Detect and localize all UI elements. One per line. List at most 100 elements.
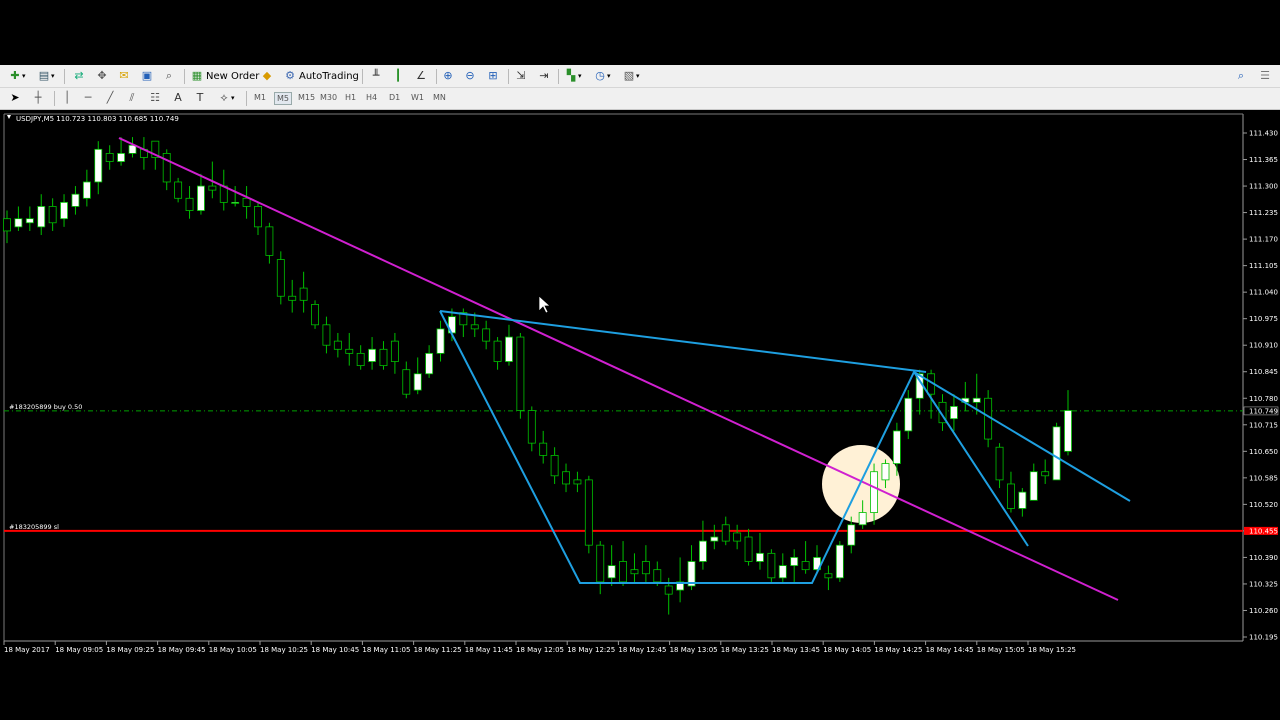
chart-shift-icon: ⇥ xyxy=(539,69,549,82)
bear-candle xyxy=(390,340,399,362)
cursor-tool[interactable]: ➤ xyxy=(8,90,22,106)
bull-candle xyxy=(858,512,867,526)
crosshair-tool[interactable]: ┼ xyxy=(31,90,45,106)
text-tool[interactable]: A xyxy=(171,90,185,106)
bull-candle xyxy=(14,218,23,228)
bear-candle xyxy=(356,352,365,367)
fibonacci-icon: ☷ xyxy=(150,91,160,104)
price-tick-label: 110.910 xyxy=(1249,342,1278,350)
terminal-button[interactable]: ▣ xyxy=(140,68,154,84)
tester-icon: ⌕ xyxy=(165,69,173,82)
bull-candle xyxy=(197,185,205,211)
price-tick-label: 110.845 xyxy=(1249,368,1278,376)
editor-icon: ◆ xyxy=(262,69,272,82)
time-tick-label: 18 May 11:05 xyxy=(362,646,410,654)
autotrading-button[interactable]: ⚙ AutoTrading xyxy=(283,68,359,84)
zoom-out-icon: ⊖ xyxy=(465,69,475,82)
new-chart-button[interactable]: ✚ ▾ xyxy=(8,68,25,84)
bear-candle xyxy=(379,348,388,367)
bear-candle xyxy=(311,304,319,326)
bear-candle xyxy=(721,524,730,542)
timeframe-m15[interactable]: M15 xyxy=(296,92,317,103)
bar-chart-icon: ╨ xyxy=(372,69,380,82)
text-icon: A xyxy=(174,91,182,104)
time-tick-label: 18 May 13:45 xyxy=(772,646,820,654)
bear-candle xyxy=(208,185,217,191)
horizontal-line-tool[interactable]: ─ xyxy=(81,90,95,106)
navigator-button[interactable]: ✥ xyxy=(95,68,109,84)
price-tick-label: 110.260 xyxy=(1249,607,1278,615)
navigator-icon: ✥ xyxy=(97,69,107,82)
price-chart[interactable]: 111.430 111.365 111.300 111.235 111.170 111.1… xyxy=(0,110,1280,658)
price-tick-label: 111.235 xyxy=(1249,209,1278,217)
zoom-in-icon: ⊕ xyxy=(443,69,453,82)
timeframe-mn[interactable]: MN xyxy=(431,92,448,103)
chart-shift-button[interactable]: ⇥ xyxy=(537,68,551,84)
candlestick-button[interactable]: ┃ xyxy=(391,68,405,84)
channel-icon: ⫽ xyxy=(129,91,135,104)
strategy-tester-button[interactable]: ⌕ xyxy=(162,68,176,84)
bear-candle xyxy=(333,340,342,350)
timeframe-h1[interactable]: H1 xyxy=(343,92,358,103)
new-order-button[interactable]: ▦ New Order xyxy=(190,68,260,84)
vertical-line-tool[interactable]: │ xyxy=(60,90,74,106)
price-tick-label: 110.195 xyxy=(1249,634,1278,642)
bear-candle xyxy=(824,573,833,579)
top-black-bar xyxy=(0,0,1280,65)
bull-candle xyxy=(790,557,799,566)
time-tick-label: 18 May 10:25 xyxy=(260,646,308,654)
shapes-tool[interactable]: ⟡ ▾ xyxy=(217,90,234,106)
bull-candle xyxy=(1052,426,1061,481)
line-chart-button[interactable]: ∠ xyxy=(414,68,428,84)
toolbar-divider xyxy=(558,69,559,84)
profiles-button[interactable]: ▤ ▾ xyxy=(37,68,55,84)
time-tick-label: 18 May 12:25 xyxy=(567,646,615,654)
sl-price-label: 110.455 xyxy=(1249,527,1278,535)
bottom-black-bar xyxy=(0,658,1280,720)
indicators-button[interactable]: ▚ ▾ xyxy=(564,68,582,84)
timeframe-m30[interactable]: M30 xyxy=(318,92,339,103)
timeframe-m1[interactable]: M1 xyxy=(252,92,268,103)
market-watch-button[interactable]: ⇄ xyxy=(72,68,86,84)
trendline-tool[interactable]: ╱ xyxy=(103,90,117,106)
zoom-in-button[interactable]: ⊕ xyxy=(441,68,455,84)
new-order-label: New Order xyxy=(206,70,260,82)
templates-button[interactable]: ▧ ▾ xyxy=(622,68,640,84)
timeframe-d1[interactable]: D1 xyxy=(387,92,402,103)
bear-candle xyxy=(470,324,479,330)
toolbar-divider xyxy=(362,69,363,84)
toolbar-divider xyxy=(508,69,509,84)
fibonacci-tool[interactable]: ☷ xyxy=(148,90,162,106)
bear-candle xyxy=(265,226,274,256)
periods-button[interactable]: ◷ ▾ xyxy=(593,68,610,84)
bull-candle xyxy=(231,201,240,204)
search-button[interactable]: ⌕ xyxy=(1234,68,1248,84)
label-tool[interactable]: T xyxy=(193,90,207,106)
bear-candle xyxy=(1041,471,1050,477)
channel-tool[interactable]: ⫽ xyxy=(125,90,139,106)
price-tick-label: 110.325 xyxy=(1249,580,1278,588)
timeframe-w1[interactable]: W1 xyxy=(409,92,426,103)
price-tick-label: 110.975 xyxy=(1249,315,1278,323)
bar-chart-button[interactable]: ╨ xyxy=(369,68,383,84)
bear-candle xyxy=(3,218,11,232)
toolbar-divider xyxy=(436,69,437,84)
meta-editor-button[interactable]: ◆ xyxy=(260,68,274,84)
data-window-button[interactable]: ✉ xyxy=(117,68,131,84)
search-icon: ⌕ xyxy=(1237,69,1245,82)
timeframe-m5[interactable]: M5 xyxy=(274,92,292,105)
bull-candle xyxy=(117,153,126,162)
buy-price-label: 110.749 xyxy=(1249,407,1278,415)
chat-button[interactable]: ☰ xyxy=(1258,68,1272,84)
timeframe-h4[interactable]: H4 xyxy=(364,92,379,103)
tile-windows-button[interactable]: ⊞ xyxy=(486,68,500,84)
autoscroll-button[interactable]: ⇲ xyxy=(514,68,528,84)
bull-candle xyxy=(1064,410,1072,452)
bear-candle xyxy=(276,259,285,297)
bear-candle xyxy=(995,446,1004,481)
price-tick-label: 110.650 xyxy=(1249,448,1278,456)
zoom-out-button[interactable]: ⊖ xyxy=(463,68,477,84)
time-tick-label: 18 May 13:25 xyxy=(721,646,769,654)
bull-candle xyxy=(892,430,901,464)
autotrading-icon: ⚙ xyxy=(285,69,295,82)
